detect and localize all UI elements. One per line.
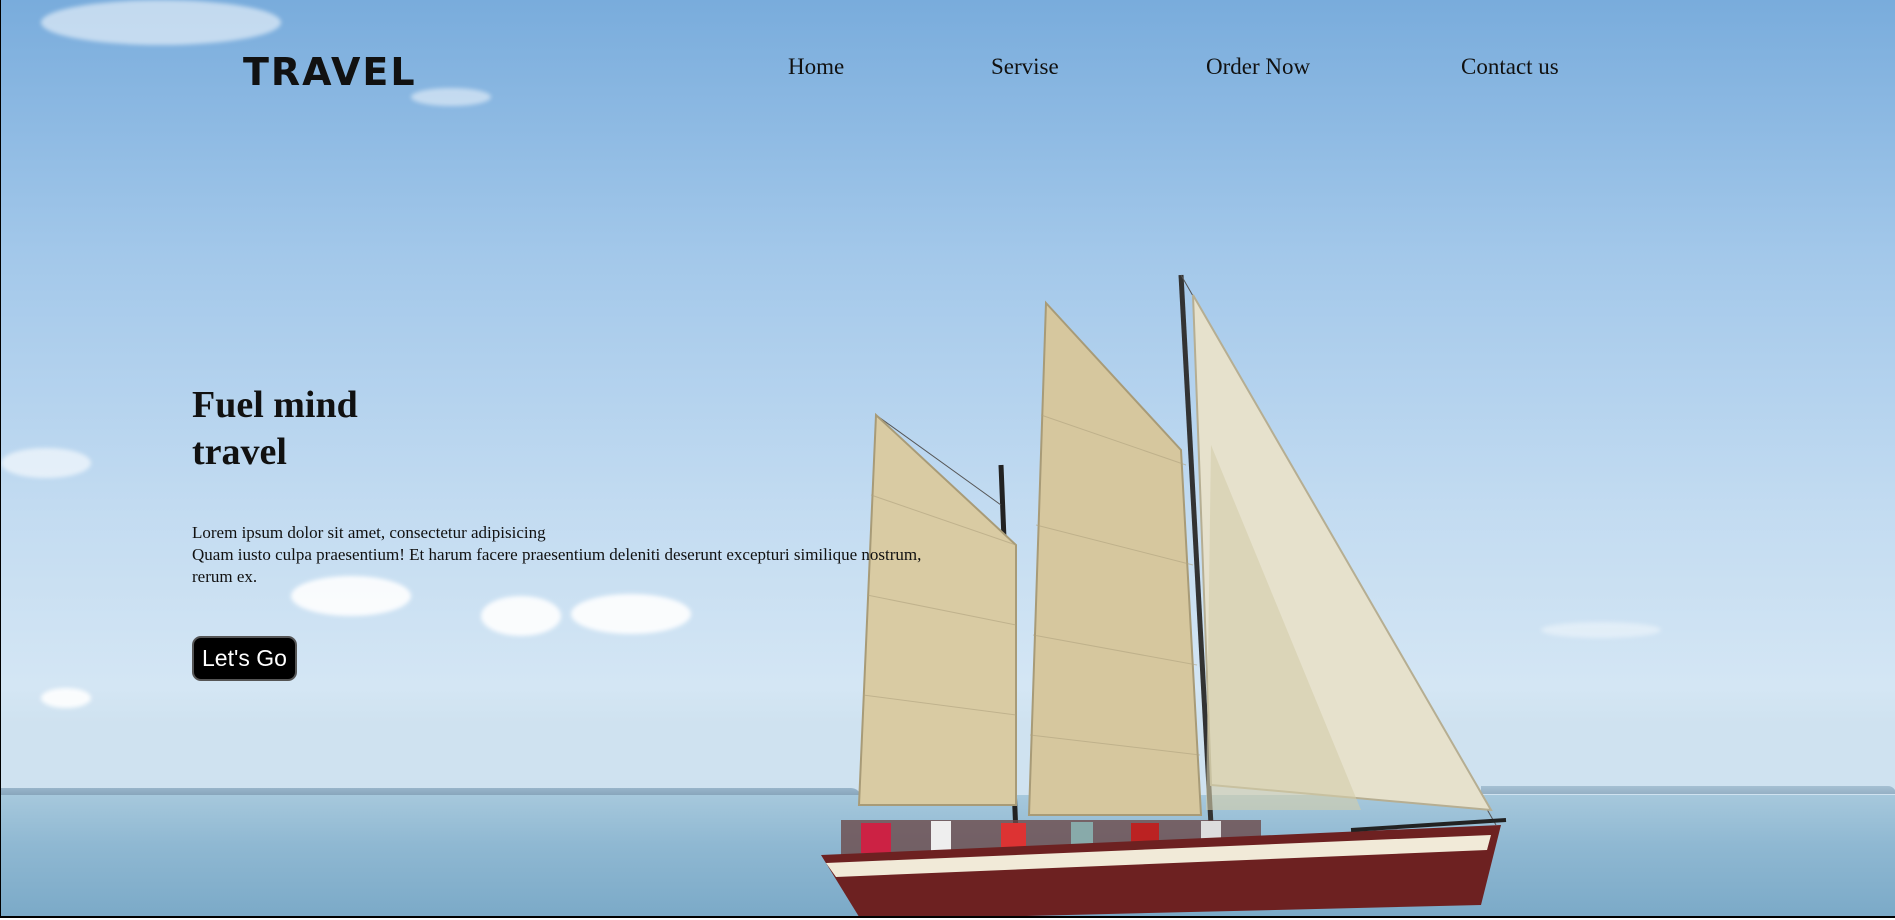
sailboat-image [821,274,1507,916]
nav-servise[interactable]: Servise [991,54,1059,80]
cloud [1541,622,1661,638]
nav-home[interactable]: Home [788,54,844,80]
hero-title-line: travel [192,431,287,473]
cloud [411,88,491,106]
nav-order-now[interactable]: Order Now [1206,54,1310,80]
hero-text-line: rerum ex. [192,567,258,586]
hero-section: TRAVEL Home Servise Order Now Contact us… [0,0,1895,918]
lets-go-button[interactable]: Let's Go [192,636,297,681]
cloud [1,448,91,478]
main-nav: Home Servise Order Now Contact us [1,54,1895,84]
sail [857,412,1017,806]
hero-title: Fuel mind travel [192,382,452,476]
cloud [41,688,91,708]
cloud [41,0,281,45]
hero-text-line: Lorem ipsum dolor sit amet, consectetur … [192,523,546,542]
hero-title-line: Fuel mind [192,384,358,426]
hero-description: Lorem ipsum dolor sit amet, consectetur … [192,522,932,588]
horizon-land [1481,786,1895,794]
nav-contact-us[interactable]: Contact us [1461,54,1559,80]
hero-text-line: Quam iusto culpa praesentium! Et harum f… [192,545,922,564]
cloud [571,594,691,634]
cloud [481,596,561,636]
